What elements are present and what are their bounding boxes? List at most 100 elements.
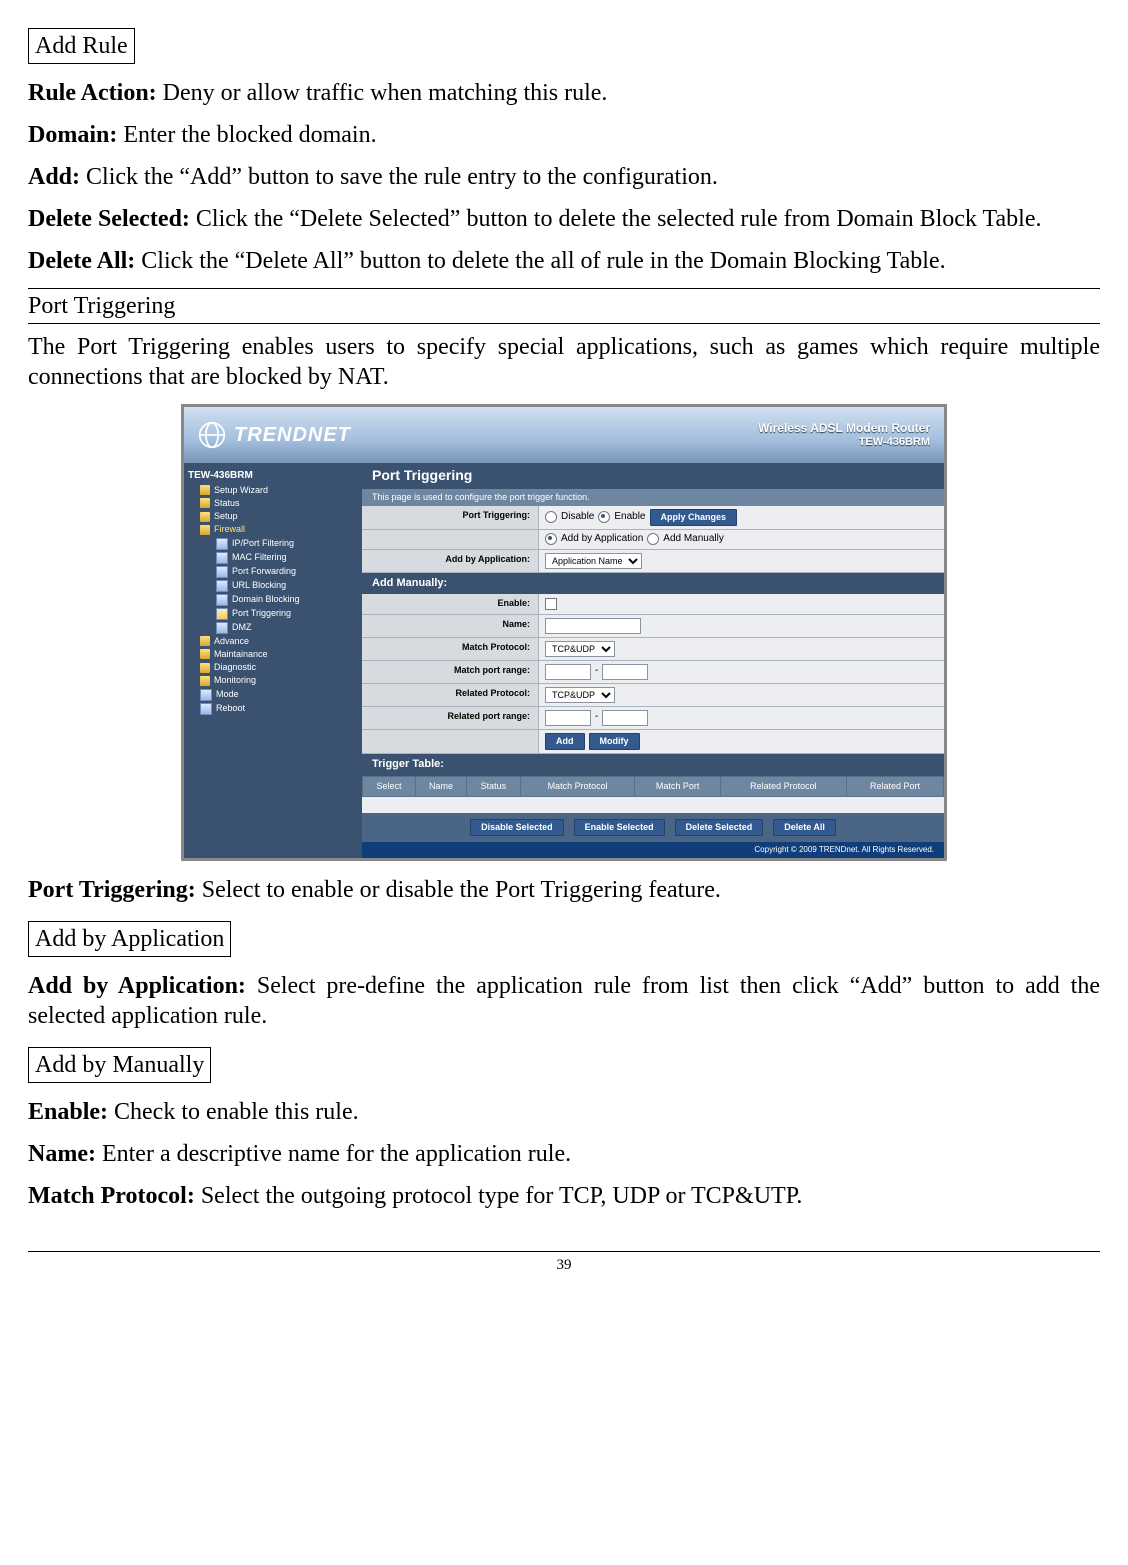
sidebar-item-mode[interactable]: Mode bbox=[188, 688, 358, 702]
enable-selected-button[interactable]: Enable Selected bbox=[574, 819, 665, 836]
add-button[interactable]: Add bbox=[545, 733, 585, 750]
add-manually-label: Add Manually bbox=[663, 533, 724, 546]
add-by-application-form-label: Add by Application: bbox=[362, 550, 539, 572]
folder-open-icon bbox=[200, 525, 210, 535]
delete-selected-button[interactable]: Delete Selected bbox=[675, 819, 764, 836]
col-match-port: Match Port bbox=[635, 776, 721, 796]
router-footer: Copyright © 2009 TRENDnet. All Rights Re… bbox=[362, 842, 944, 858]
sidebar-item-status[interactable]: Status bbox=[188, 497, 358, 510]
sidebar-item-port-triggering[interactable]: Port Triggering bbox=[188, 607, 358, 621]
add-by-application-radio[interactable] bbox=[545, 533, 557, 545]
disable-label: Disable bbox=[561, 511, 594, 524]
add-manually-section-head: Add Manually: bbox=[362, 573, 944, 595]
match-protocol-paragraph: Match Protocol: Select the outgoing prot… bbox=[28, 1181, 1100, 1211]
name-text: Enter a descriptive name for the applica… bbox=[96, 1141, 571, 1167]
page-icon bbox=[200, 689, 212, 701]
delete-all-button[interactable]: Delete All bbox=[773, 819, 836, 836]
name-input[interactable] bbox=[545, 618, 641, 634]
sidebar-item-port-forwarding[interactable]: Port Forwarding bbox=[188, 565, 358, 579]
related-protocol-form-label: Related Protocol: bbox=[362, 684, 539, 706]
add-by-application-label: Add by Application bbox=[561, 533, 643, 546]
panel-subtitle: This page is used to configure the port … bbox=[362, 489, 944, 506]
sidebar-item-dmz[interactable]: DMZ bbox=[188, 621, 358, 635]
enable-form-label: Enable: bbox=[362, 594, 539, 613]
sidebar-item-setup[interactable]: Setup bbox=[188, 510, 358, 523]
related-port-range-form-label: Related port range: bbox=[362, 707, 539, 729]
enable-checkbox[interactable] bbox=[545, 598, 557, 610]
delete-selected-paragraph: Delete Selected: Click the “Delete Selec… bbox=[28, 204, 1100, 234]
sidebar-item-monitoring[interactable]: Monitoring bbox=[188, 674, 358, 687]
enable-text: Check to enable this rule. bbox=[108, 1099, 359, 1125]
sidebar-item-maintainance[interactable]: Maintainance bbox=[188, 648, 358, 661]
match-protocol-select[interactable]: TCP&UDP bbox=[545, 641, 615, 657]
domain-text: Enter the blocked domain. bbox=[117, 122, 376, 148]
blank-label bbox=[362, 530, 539, 549]
disable-selected-button[interactable]: Disable Selected bbox=[470, 819, 564, 836]
sidebar-item-diagnostic[interactable]: Diagnostic bbox=[188, 661, 358, 674]
sidebar-item-label: Status bbox=[214, 498, 240, 509]
enable-radio[interactable] bbox=[598, 511, 610, 523]
folder-icon bbox=[200, 485, 210, 495]
match-port-start-input[interactable] bbox=[545, 664, 591, 680]
domain-label: Domain: bbox=[28, 122, 117, 148]
sidebar-root[interactable]: TEW-436BRM bbox=[188, 469, 358, 484]
disable-radio[interactable] bbox=[545, 511, 557, 523]
domain-paragraph: Domain: Enter the blocked domain. bbox=[28, 120, 1100, 150]
add-by-application-label: Add by Application: bbox=[28, 973, 246, 999]
sidebar-item-url-blocking[interactable]: URL Blocking bbox=[188, 579, 358, 593]
sidebar-item-label: Monitoring bbox=[214, 675, 256, 686]
sidebar-item-ip-port-filtering[interactable]: IP/Port Filtering bbox=[188, 537, 358, 551]
sidebar-item-label: DMZ bbox=[232, 622, 252, 633]
apply-changes-button[interactable]: Apply Changes bbox=[650, 509, 738, 526]
page-icon bbox=[216, 608, 228, 620]
sidebar-item-mac-filtering[interactable]: MAC Filtering bbox=[188, 551, 358, 565]
folder-icon bbox=[200, 512, 210, 522]
match-port-range-form-label: Match port range: bbox=[362, 661, 539, 683]
modify-button[interactable]: Modify bbox=[589, 733, 640, 750]
enable-label: Enable: bbox=[28, 1099, 108, 1125]
related-protocol-select[interactable]: TCP&UDP bbox=[545, 687, 615, 703]
port-triggering-label: Port Triggering: bbox=[28, 877, 196, 903]
col-related-protocol: Related Protocol bbox=[720, 776, 846, 796]
page-icon bbox=[200, 703, 212, 715]
page-number: 39 bbox=[28, 1256, 1100, 1275]
globe-icon bbox=[198, 421, 226, 449]
add-rule-heading: Add Rule bbox=[28, 28, 135, 64]
port-triggering-form-label: Port Triggering: bbox=[362, 506, 539, 529]
related-port-end-input[interactable] bbox=[602, 710, 648, 726]
panel-title: Port Triggering bbox=[362, 463, 944, 489]
dash-label: - bbox=[595, 665, 598, 678]
rule-action-paragraph: Rule Action: Deny or allow traffic when … bbox=[28, 78, 1100, 108]
rule-action-label: Rule Action: bbox=[28, 80, 157, 106]
add-paragraph: Add: Click the “Add” button to save the … bbox=[28, 162, 1100, 192]
delete-all-label: Delete All: bbox=[28, 248, 135, 274]
application-name-select[interactable]: Application Name bbox=[545, 553, 642, 569]
brand-logo: TRENDNET bbox=[198, 421, 351, 449]
brand-text: TRENDNET bbox=[234, 423, 351, 448]
enable-label: Enable bbox=[614, 511, 645, 524]
page-icon bbox=[216, 552, 228, 564]
related-port-start-input[interactable] bbox=[545, 710, 591, 726]
sidebar-item-reboot[interactable]: Reboot bbox=[188, 702, 358, 716]
sidebar-item-label: IP/Port Filtering bbox=[232, 538, 294, 549]
sidebar-item-domain-blocking[interactable]: Domain Blocking bbox=[188, 593, 358, 607]
trigger-table-heading: Trigger Table: bbox=[362, 754, 944, 776]
add-by-application-heading: Add by Application bbox=[28, 921, 231, 957]
sidebar-item-label: Setup Wizard bbox=[214, 485, 268, 496]
folder-icon bbox=[200, 663, 210, 673]
port-triggering-intro: The Port Triggering enables users to spe… bbox=[28, 332, 1100, 392]
col-status: Status bbox=[467, 776, 521, 796]
sidebar-item-setup-wizard[interactable]: Setup Wizard bbox=[188, 484, 358, 497]
page-icon bbox=[216, 580, 228, 592]
add-manually-radio[interactable] bbox=[647, 533, 659, 545]
page-icon bbox=[216, 566, 228, 578]
sidebar-item-label: MAC Filtering bbox=[232, 552, 287, 563]
page-icon bbox=[216, 622, 228, 634]
folder-icon bbox=[200, 498, 210, 508]
name-form-label: Name: bbox=[362, 615, 539, 637]
sidebar-item-firewall[interactable]: Firewall bbox=[188, 523, 358, 536]
sidebar-item-advance[interactable]: Advance bbox=[188, 635, 358, 648]
router-ui-screenshot: TRENDNET Wireless ADSL Modem Router TEW-… bbox=[181, 404, 947, 861]
add-manually-heading: Add by Manually bbox=[28, 1047, 211, 1083]
match-port-end-input[interactable] bbox=[602, 664, 648, 680]
